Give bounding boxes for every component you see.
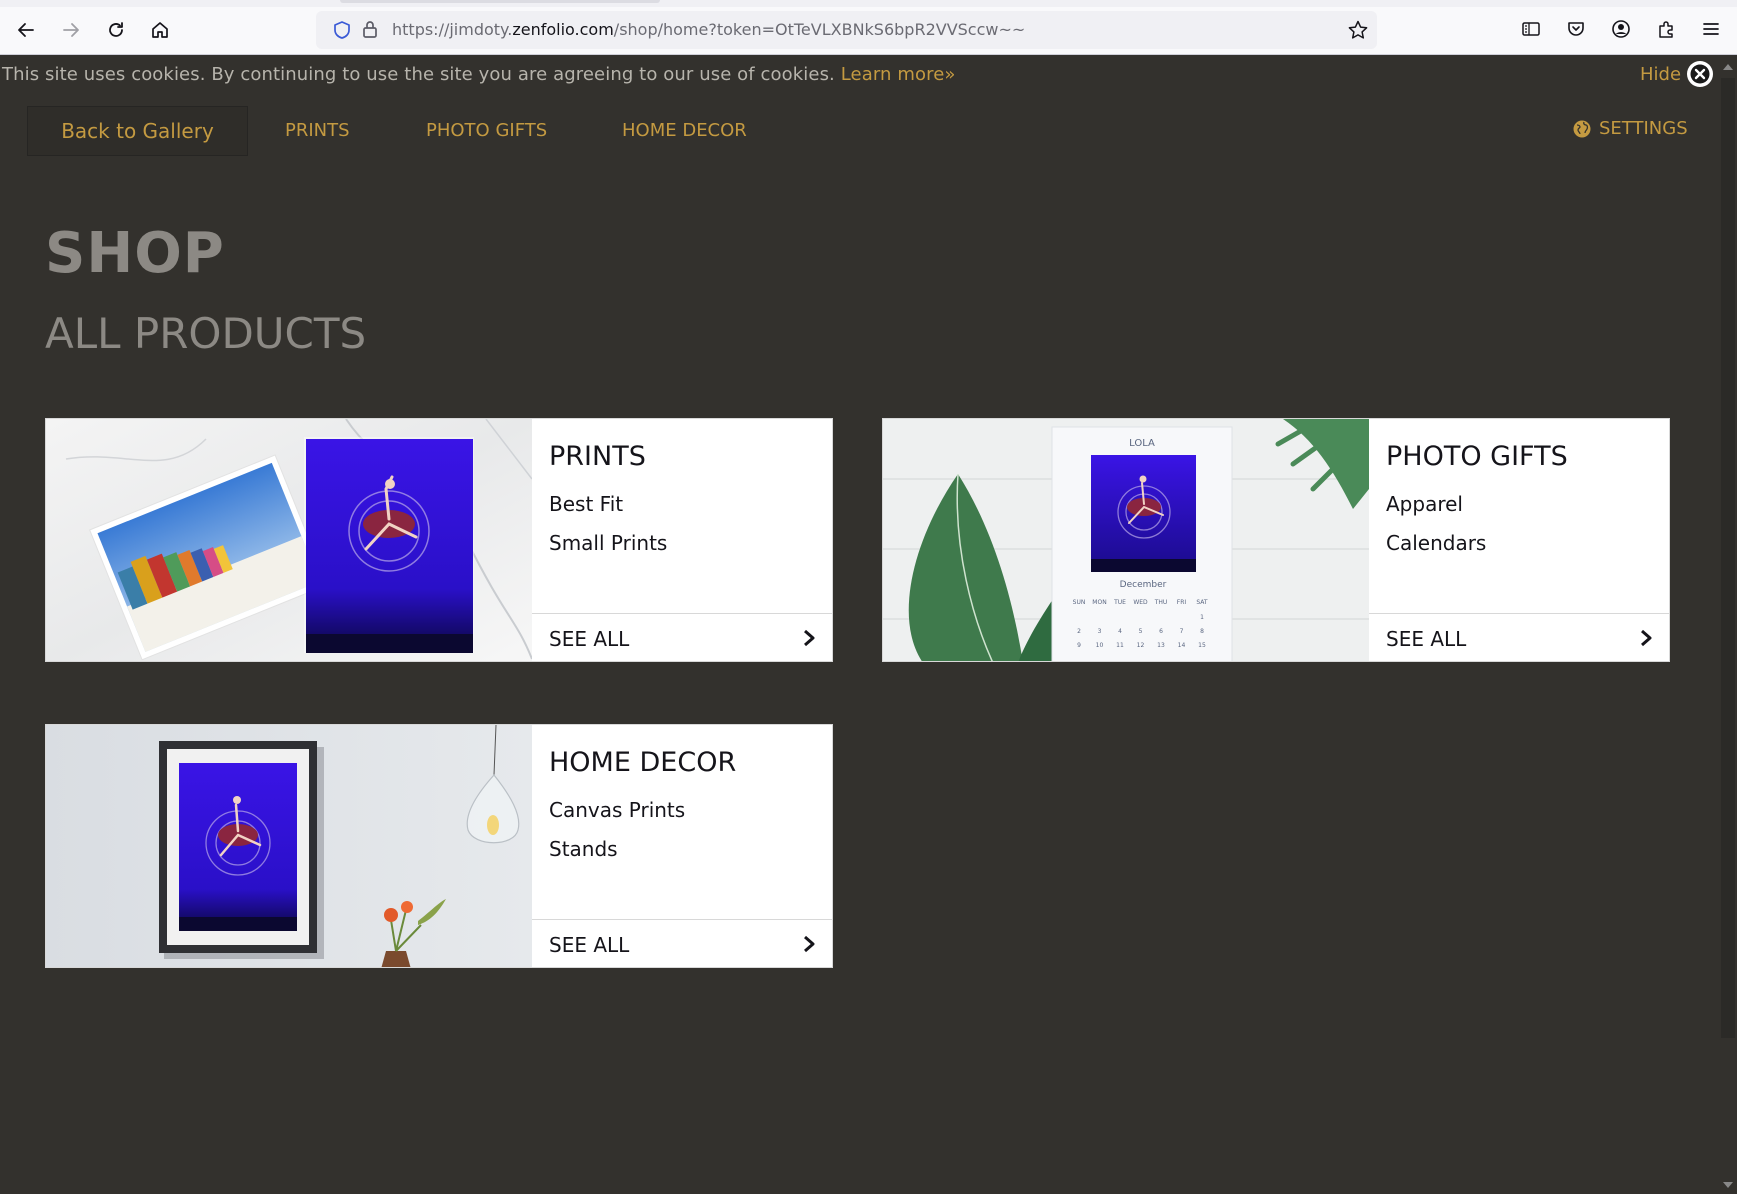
scroll-up-icon[interactable]	[1723, 64, 1733, 70]
see-all-label: SEE ALL	[549, 627, 630, 651]
link-small-prints[interactable]: Small Prints	[549, 531, 667, 555]
cookie-message: This site uses cookies. By continuing to…	[2, 64, 956, 85]
calendar-month: December	[1120, 580, 1167, 590]
reload-icon[interactable]	[100, 14, 132, 46]
calendar-date: 1	[1200, 614, 1204, 621]
lock-icon[interactable]	[360, 19, 380, 39]
link-stands[interactable]: Stands	[549, 837, 618, 861]
calendar-day-header: SAT	[1196, 599, 1208, 606]
calendar-day-header: SUN	[1073, 599, 1086, 606]
card-title-home-decor[interactable]: HOME DECOR	[549, 747, 736, 778]
calendar-date: 13	[1157, 642, 1165, 649]
extensions-icon[interactable]	[1653, 16, 1679, 42]
menu-icon[interactable]	[1698, 16, 1724, 42]
photo-gifts-info: PHOTO GIFTS Apparel Calendars SEE ALL	[1369, 419, 1669, 661]
home-decor-info: HOME DECOR Canvas Prints Stands SEE ALL	[532, 725, 832, 967]
prints-image[interactable]	[46, 419, 532, 661]
calendar-date: 7	[1180, 628, 1184, 635]
calendar-date: 12	[1137, 642, 1145, 649]
pocket-icon[interactable]	[1563, 16, 1589, 42]
photo-gifts-image[interactable]: LOLA December SUN MON TUE WED THU FRI SAT 1 2 3 4 5…	[883, 419, 1369, 661]
calendar-day-header: TUE	[1113, 599, 1126, 606]
back-to-gallery-button[interactable]: Back to Gallery	[27, 106, 248, 156]
calendar-day-header: WED	[1133, 599, 1148, 606]
page-content: This site uses cookies. By continuing to…	[0, 56, 1719, 1194]
cookie-banner: This site uses cookies. By continuing to…	[0, 56, 1719, 92]
learn-more-link[interactable]: Learn more»	[841, 64, 956, 85]
link-best-fit[interactable]: Best Fit	[549, 492, 623, 516]
see-all-label: SEE ALL	[1386, 627, 1467, 651]
see-all-prints-button[interactable]: SEE ALL	[532, 613, 832, 661]
chevron-right-icon	[804, 629, 815, 647]
star-icon[interactable]	[1347, 19, 1369, 41]
reader-view-icon[interactable]	[1518, 16, 1544, 42]
active-tab[interactable]	[340, 0, 660, 3]
link-apparel[interactable]: Apparel	[1386, 492, 1463, 516]
calendar-date: 14	[1178, 642, 1186, 649]
card-title-photo-gifts[interactable]: PHOTO GIFTS	[1386, 441, 1568, 472]
calendar-day-header: FRI	[1177, 599, 1187, 606]
calendar-date: 15	[1198, 642, 1206, 649]
nav-prints[interactable]: PRINTS	[285, 120, 350, 141]
calendar-date: 8	[1200, 628, 1204, 635]
product-card-prints[interactable]: PRINTS Best Fit Small Prints SEE ALL	[45, 418, 833, 662]
url-text: https://jimdoty.zenfolio.com/shop/home?t…	[392, 20, 1026, 39]
back-arrow-icon[interactable]	[10, 14, 42, 46]
shield-icon[interactable]	[332, 20, 352, 40]
calendar-day-header: MON	[1092, 599, 1106, 606]
calendar-date: 6	[1159, 628, 1163, 635]
cookie-hide-link[interactable]: Hide	[1640, 64, 1681, 85]
home-decor-image[interactable]	[46, 725, 532, 967]
page-subtitle: ALL PRODUCTS	[45, 309, 367, 358]
close-icon[interactable]	[1687, 61, 1713, 87]
calendar-date: 10	[1096, 642, 1104, 649]
see-all-home-decor-button[interactable]: SEE ALL	[532, 919, 832, 967]
calendar-date: 9	[1077, 642, 1081, 649]
settings-label: SETTINGS	[1599, 118, 1688, 139]
calendar-name: LOLA	[1129, 438, 1155, 449]
shop-nav: Back to Gallery PRINTS PHOTO GIFTS HOME …	[0, 106, 1719, 158]
link-canvas-prints[interactable]: Canvas Prints	[549, 798, 685, 822]
tab-strip	[0, 0, 1737, 7]
see-all-label: SEE ALL	[549, 933, 630, 957]
nav-home-decor[interactable]: HOME DECOR	[622, 120, 747, 141]
calendar-date: 5	[1139, 628, 1143, 635]
product-card-home-decor[interactable]: HOME DECOR Canvas Prints Stands SEE ALL	[45, 724, 833, 968]
home-icon[interactable]	[144, 14, 176, 46]
calendar-day-header: THU	[1154, 599, 1168, 606]
calendar-date: 11	[1116, 642, 1124, 649]
calendar-date: 2	[1077, 628, 1081, 635]
link-calendars[interactable]: Calendars	[1386, 531, 1486, 555]
chevron-right-icon	[804, 935, 815, 953]
prints-info: PRINTS Best Fit Small Prints SEE ALL	[532, 419, 832, 661]
card-title-prints[interactable]: PRINTS	[549, 441, 646, 472]
calendar-date: 4	[1118, 628, 1122, 635]
scroll-down-icon[interactable]	[1723, 1182, 1733, 1188]
calendar-date: 3	[1098, 628, 1102, 635]
browser-toolbar: https://jimdoty.zenfolio.com/shop/home?t…	[0, 0, 1737, 55]
account-icon[interactable]	[1608, 16, 1634, 42]
see-all-photo-gifts-button[interactable]: SEE ALL	[1369, 613, 1669, 661]
scroll-thumb[interactable]	[1721, 78, 1735, 1038]
product-card-photo-gifts[interactable]: LOLA December SUN MON TUE WED THU FRI SAT 1 2 3 4 5…	[882, 418, 1670, 662]
nav-photo-gifts[interactable]: PHOTO GIFTS	[426, 120, 547, 141]
page-scrollbar[interactable]	[1719, 56, 1737, 1194]
chevron-right-icon	[1641, 629, 1652, 647]
forward-arrow-icon[interactable]	[55, 14, 87, 46]
globe-icon	[1573, 120, 1591, 137]
url-bar[interactable]: https://jimdoty.zenfolio.com/shop/home?t…	[316, 11, 1377, 49]
page-title: SHOP	[45, 221, 225, 286]
settings-button[interactable]: SETTINGS	[1573, 118, 1688, 139]
